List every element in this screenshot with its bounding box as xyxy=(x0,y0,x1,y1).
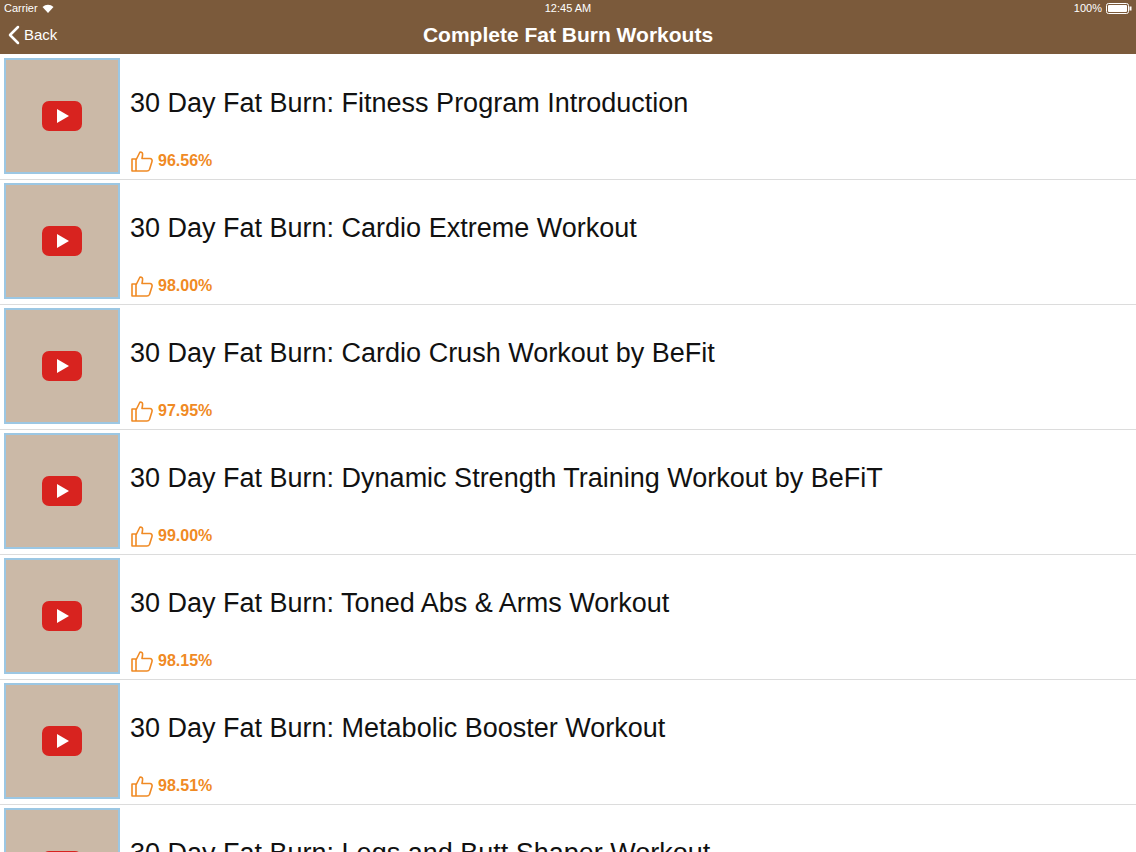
rating: 98.00% xyxy=(130,274,1136,298)
play-button-icon xyxy=(42,476,82,506)
workout-title: 30 Day Fat Burn: Cardio Crush Workout by… xyxy=(130,335,1136,371)
workout-row[interactable]: 30 Day Fat Burn: Cardio Extreme Workout 9… xyxy=(0,180,1136,305)
battery-icon xyxy=(1106,3,1132,14)
workout-info: 30 Day Fat Burn: Toned Abs & Arms Workou… xyxy=(130,555,1136,680)
rating-value: 98.00% xyxy=(158,274,212,298)
thumbs-up-icon xyxy=(130,525,154,547)
back-button[interactable]: Back xyxy=(8,24,208,47)
workout-row[interactable]: 30 Day Fat Burn: Toned Abs & Arms Workou… xyxy=(0,555,1136,680)
workout-row[interactable]: 30 Day Fat Burn: Legs and Butt Shaper Wo… xyxy=(0,805,1136,852)
back-label: Back xyxy=(24,24,57,47)
chevron-left-icon xyxy=(8,25,20,45)
status-left: Carrier xyxy=(4,3,204,14)
video-thumbnail[interactable] xyxy=(4,558,120,674)
video-thumbnail[interactable] xyxy=(4,808,120,852)
rating: 96.56% xyxy=(130,149,1136,173)
status-right: 100% xyxy=(932,3,1132,14)
thumbs-up-icon xyxy=(130,650,154,672)
workout-title: 30 Day Fat Burn: Legs and Butt Shaper Wo… xyxy=(130,835,1136,852)
workout-info: 30 Day Fat Burn: Fitness Program Introdu… xyxy=(130,55,1136,180)
rating: 99.00% xyxy=(130,524,1136,548)
thumbs-up-icon xyxy=(130,775,154,797)
workout-row[interactable]: 30 Day Fat Burn: Cardio Crush Workout by… xyxy=(0,305,1136,430)
wifi-icon xyxy=(42,4,54,13)
workout-info: 30 Day Fat Burn: Legs and Butt Shaper Wo… xyxy=(130,805,1136,852)
rating-value: 99.00% xyxy=(158,524,212,548)
workout-row[interactable]: 30 Day Fat Burn: Fitness Program Introdu… xyxy=(0,55,1136,180)
carrier-label: Carrier xyxy=(4,3,38,14)
video-thumbnail[interactable] xyxy=(4,308,120,424)
rating-value: 98.15% xyxy=(158,649,212,673)
clock: 12:45 AM xyxy=(545,3,591,14)
header: Carrier 12:45 AM 100% Back Complete Fat Burn… xyxy=(0,0,1136,54)
thumbs-up-icon xyxy=(130,150,154,172)
workout-title: 30 Day Fat Burn: Cardio Extreme Workout xyxy=(130,210,1136,246)
rating-value: 98.51% xyxy=(158,774,212,798)
thumbs-up-icon xyxy=(130,275,154,297)
video-thumbnail[interactable] xyxy=(4,683,120,799)
workout-info: 30 Day Fat Burn: Cardio Extreme Workout 9… xyxy=(130,180,1136,305)
workout-info: 30 Day Fat Burn: Metabolic Booster Worko… xyxy=(130,680,1136,805)
workout-info: 30 Day Fat Burn: Dynamic Strength Traini… xyxy=(130,430,1136,555)
rating: 97.95% xyxy=(130,399,1136,423)
play-button-icon xyxy=(42,726,82,756)
battery-label: 100% xyxy=(1074,3,1102,14)
video-thumbnail[interactable] xyxy=(4,183,120,299)
rating-value: 97.95% xyxy=(158,399,212,423)
workout-title: 30 Day Fat Burn: Dynamic Strength Traini… xyxy=(130,460,1136,496)
video-thumbnail[interactable] xyxy=(4,433,120,549)
nav-bar: Back Complete Fat Burn Workouts xyxy=(0,16,1136,54)
workout-title: 30 Day Fat Burn: Fitness Program Introdu… xyxy=(130,85,1136,121)
workout-info: 30 Day Fat Burn: Cardio Crush Workout by… xyxy=(130,305,1136,430)
video-thumbnail[interactable] xyxy=(4,58,120,174)
play-button-icon xyxy=(42,351,82,381)
workout-row[interactable]: 30 Day Fat Burn: Dynamic Strength Traini… xyxy=(0,430,1136,555)
page-title: Complete Fat Burn Workouts xyxy=(208,19,928,51)
workout-list: 30 Day Fat Burn: Fitness Program Introdu… xyxy=(0,54,1136,852)
status-bar: Carrier 12:45 AM 100% xyxy=(0,0,1136,16)
workout-title: 30 Day Fat Burn: Metabolic Booster Worko… xyxy=(130,710,1136,746)
workout-title: 30 Day Fat Burn: Toned Abs & Arms Workou… xyxy=(130,585,1136,621)
play-button-icon xyxy=(42,226,82,256)
play-button-icon xyxy=(42,851,82,852)
play-button-icon xyxy=(42,601,82,631)
rating: 98.15% xyxy=(130,649,1136,673)
play-button-icon xyxy=(42,101,82,131)
workout-row[interactable]: 30 Day Fat Burn: Metabolic Booster Worko… xyxy=(0,680,1136,805)
thumbs-up-icon xyxy=(130,400,154,422)
rating: 98.51% xyxy=(130,774,1136,798)
rating-value: 96.56% xyxy=(158,149,212,173)
